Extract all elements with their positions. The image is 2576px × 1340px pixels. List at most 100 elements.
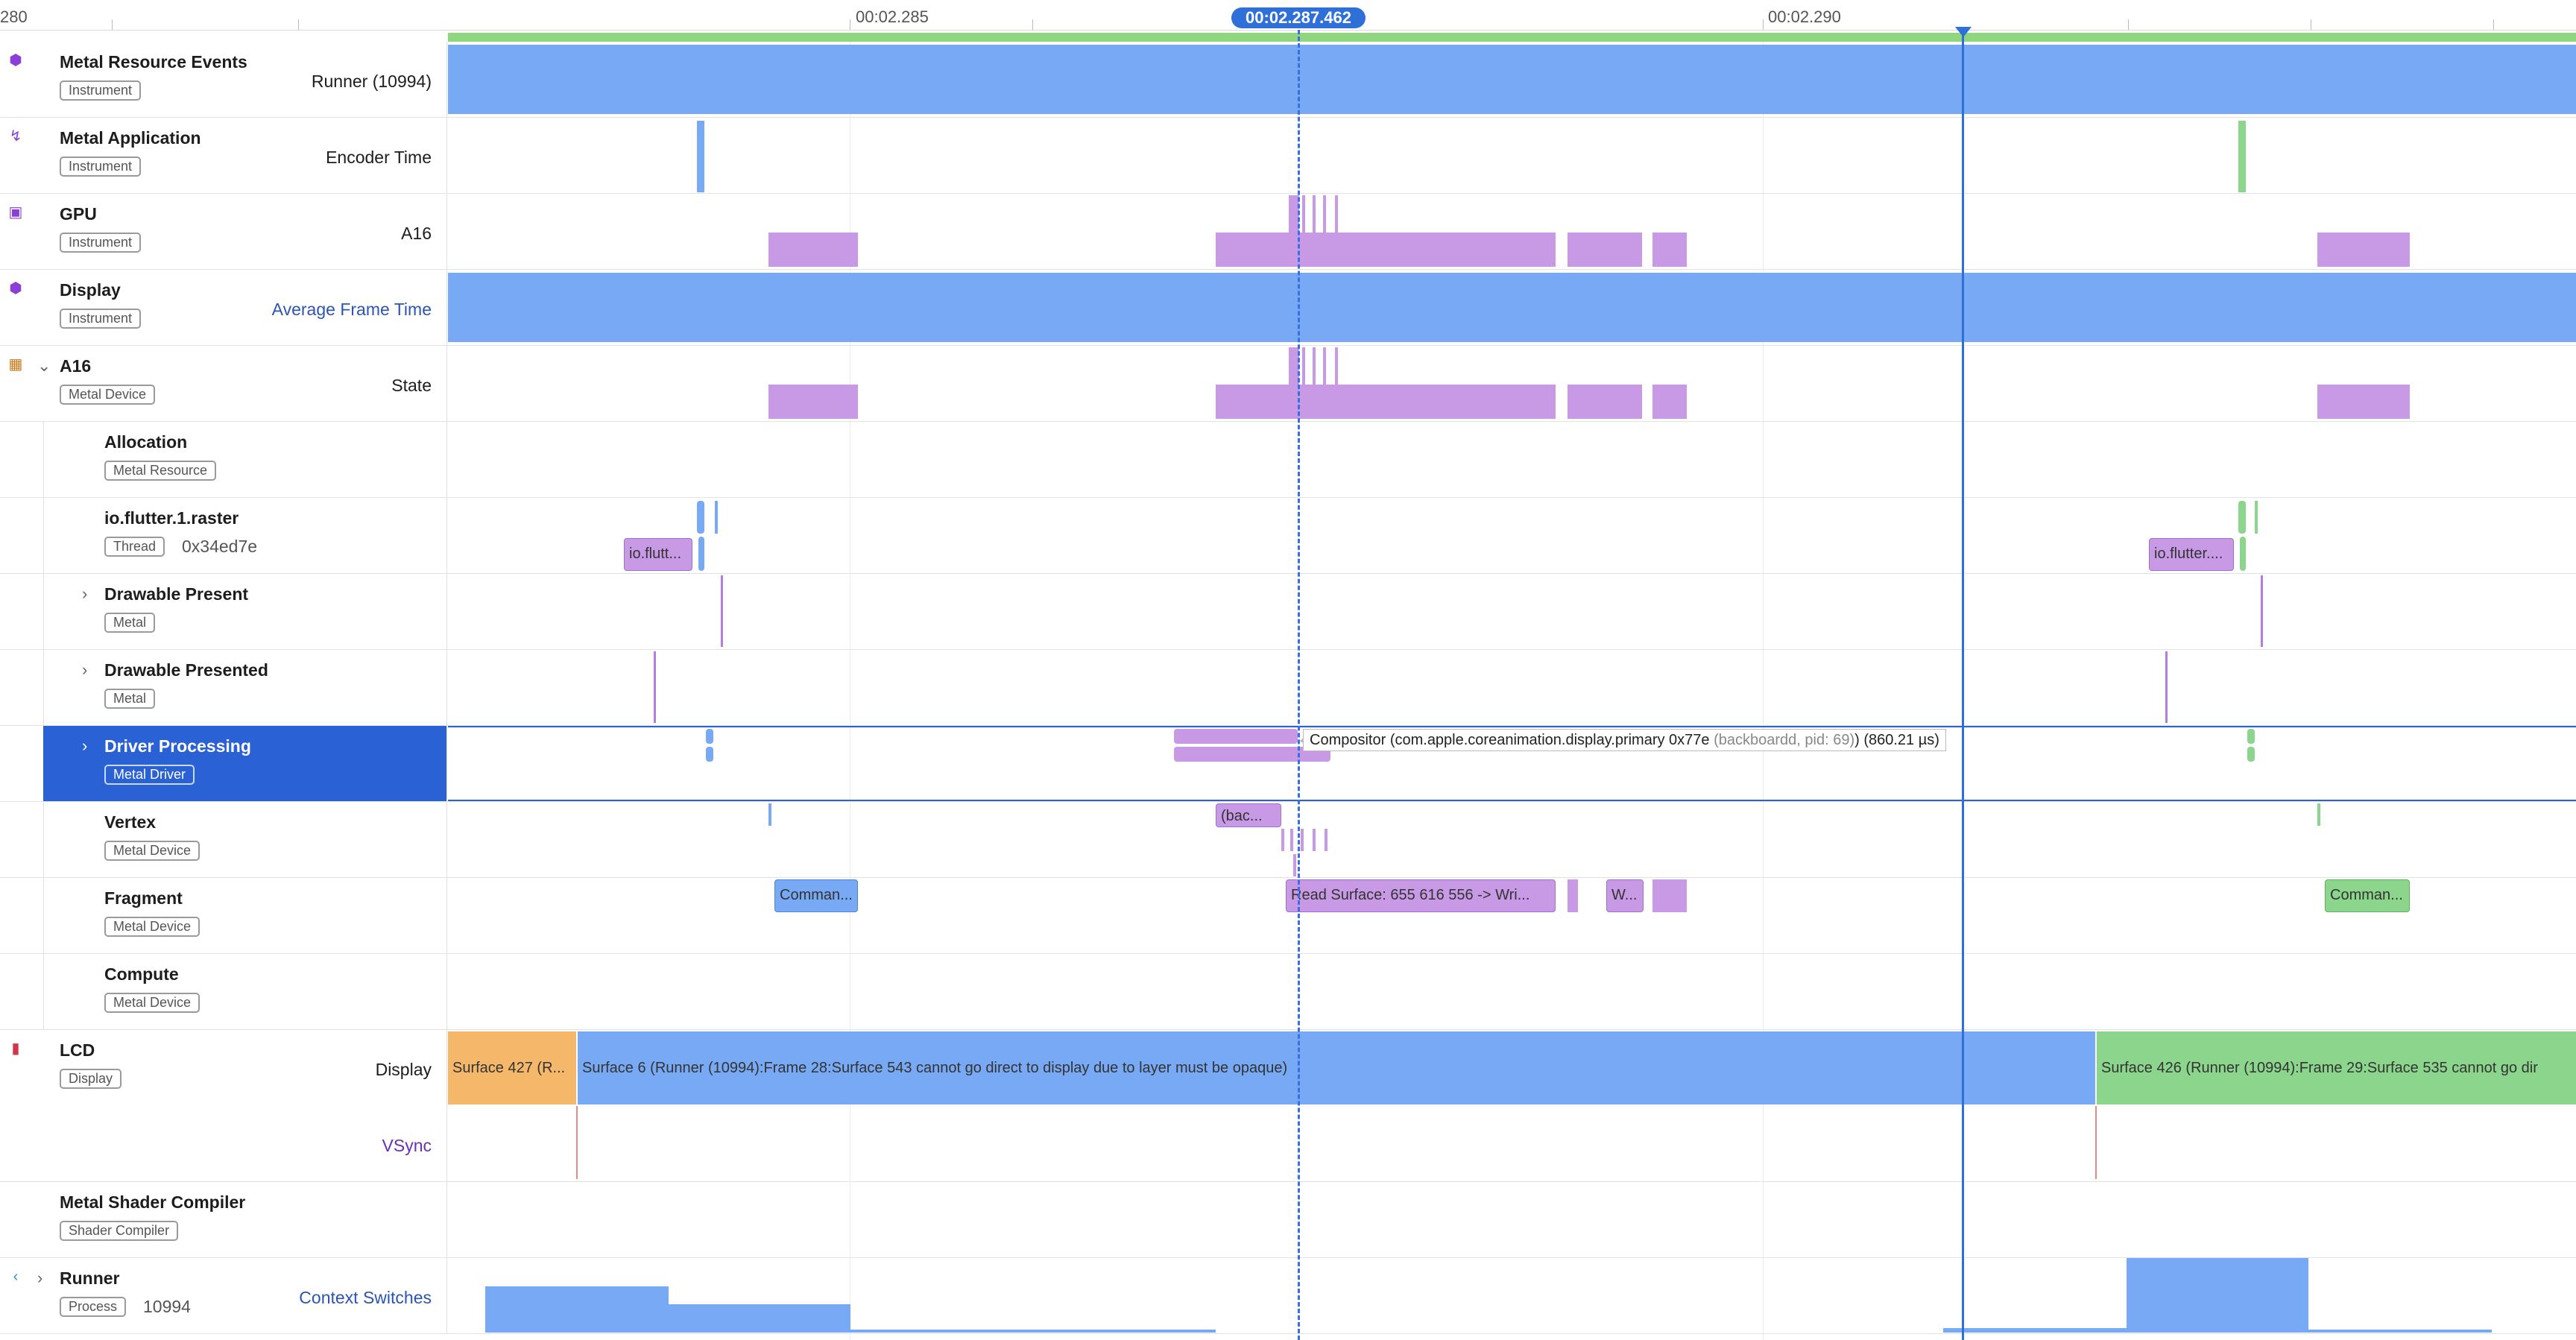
track-lane[interactable] bbox=[448, 954, 2576, 1029]
raster-bar[interactable] bbox=[698, 537, 704, 571]
chevron-right-icon[interactable]: › bbox=[82, 736, 87, 756]
track-lane[interactable]: io.flutt... io.flutter.... bbox=[448, 498, 2576, 573]
vertex-bar[interactable] bbox=[1290, 829, 1293, 851]
state-bar[interactable] bbox=[2317, 385, 2410, 419]
chevron-down-icon[interactable]: ⌄ bbox=[37, 356, 51, 376]
track-display[interactable]: ⬢ Display Instrument Average Frame Time bbox=[0, 270, 2576, 346]
vsync-marker[interactable] bbox=[576, 1106, 578, 1179]
state-bar[interactable] bbox=[1302, 347, 1305, 385]
state-bar[interactable] bbox=[768, 385, 858, 419]
fragment-slice[interactable]: W... bbox=[1606, 879, 1644, 912]
track-header[interactable]: ‹ › Runner Process 10994 Context Switche… bbox=[0, 1258, 447, 1333]
track-detail[interactable]: Average Frame Time bbox=[272, 300, 432, 320]
playhead-line[interactable] bbox=[1962, 30, 1964, 1340]
gpu-bar[interactable] bbox=[1568, 233, 1642, 267]
track-metal-resource-events[interactable]: ⬢ Metal Resource Events Instrument Runne… bbox=[0, 42, 2576, 118]
vsync-label[interactable]: VSync bbox=[382, 1136, 432, 1156]
track-metal-application[interactable]: ↯ Metal Application Instrument Encoder T… bbox=[0, 118, 2576, 194]
track-allocation[interactable]: Allocation Metal Resource bbox=[0, 422, 2576, 498]
vertex-bar[interactable] bbox=[2317, 803, 2320, 826]
gpu-bar[interactable] bbox=[1313, 195, 1316, 233]
gpu-bar[interactable] bbox=[2317, 233, 2410, 267]
track-fragment[interactable]: Fragment Metal Device Comman... Read Sur… bbox=[0, 878, 2576, 954]
track-badge[interactable]: Process bbox=[60, 1297, 127, 1317]
track-gpu[interactable]: ▣ GPU Instrument A16 bbox=[0, 194, 2576, 270]
track-raster-thread[interactable]: io.flutter.1.raster Thread 0x34ed7e io.f… bbox=[0, 498, 2576, 574]
track-lane[interactable] bbox=[448, 194, 2576, 269]
track-lane[interactable]: Comman... Read Surface: 655 616 556 -> W… bbox=[448, 878, 2576, 953]
track-header[interactable]: Compute Metal Device bbox=[0, 954, 447, 1029]
track-header[interactable]: ▦ ⌄ A16 Metal Device State bbox=[0, 346, 447, 421]
state-bar[interactable] bbox=[1568, 385, 1642, 419]
track-driver-processing[interactable]: › Driver Processing Metal Driver bbox=[0, 726, 2576, 802]
track-header[interactable]: Vertex Metal Device bbox=[0, 802, 447, 877]
vertex-bar[interactable] bbox=[1325, 829, 1328, 851]
inspection-cursor-line[interactable] bbox=[1298, 30, 1300, 1340]
track-lane[interactable]: Surface 427 (R... Surface 6 (Runner (109… bbox=[448, 1030, 2576, 1181]
raster-bar[interactable] bbox=[2238, 501, 2246, 534]
track-header[interactable]: Fragment Metal Device bbox=[0, 878, 447, 953]
gpu-bar[interactable] bbox=[768, 233, 858, 267]
driver-bar[interactable] bbox=[1174, 729, 1298, 744]
driver-bar[interactable] bbox=[706, 729, 713, 744]
vertex-bar[interactable] bbox=[768, 803, 771, 826]
context-switch-bar[interactable] bbox=[2308, 1330, 2492, 1333]
present-marker[interactable] bbox=[721, 575, 723, 647]
vertex-bar[interactable] bbox=[1281, 829, 1284, 851]
surface-slice[interactable]: Surface 427 (R... bbox=[448, 1031, 576, 1104]
vsync-marker[interactable] bbox=[2095, 1106, 2097, 1179]
state-bar[interactable] bbox=[1652, 385, 1687, 419]
track-header[interactable]: ↯ Metal Application Instrument Encoder T… bbox=[0, 118, 447, 193]
track-header[interactable]: ▮ LCD Display Display VSync bbox=[0, 1030, 447, 1181]
gpu-bar[interactable] bbox=[1302, 195, 1305, 233]
raster-bar[interactable] bbox=[715, 501, 718, 534]
track-header[interactable]: ⬢ Display Instrument Average Frame Time bbox=[0, 270, 447, 345]
fragment-bar[interactable] bbox=[1568, 879, 1578, 912]
track-header[interactable]: › Drawable Present Metal bbox=[0, 574, 447, 649]
track-drawable-presented[interactable]: › Drawable Presented Metal bbox=[0, 650, 2576, 726]
driver-bar[interactable] bbox=[2247, 729, 2255, 744]
chevron-right-icon[interactable]: › bbox=[82, 584, 87, 604]
encoder-bar[interactable] bbox=[2238, 121, 2246, 192]
track-lcd[interactable]: ▮ LCD Display Display VSync Surface 427 … bbox=[0, 1030, 2576, 1182]
raster-slice[interactable]: io.flutter.... bbox=[2149, 538, 2234, 571]
context-switch-bar[interactable] bbox=[485, 1286, 669, 1333]
track-a16[interactable]: ▦ ⌄ A16 Metal Device State bbox=[0, 346, 2576, 422]
chevron-right-icon[interactable]: › bbox=[37, 1268, 42, 1288]
vertex-bar[interactable] bbox=[1301, 829, 1304, 851]
driver-bar[interactable] bbox=[2247, 747, 2255, 762]
present-marker[interactable] bbox=[2261, 575, 2263, 647]
raster-bar[interactable] bbox=[2240, 537, 2246, 571]
context-switch-bar[interactable] bbox=[850, 1330, 1216, 1333]
track-lane[interactable] bbox=[448, 1258, 2576, 1333]
track-vertex[interactable]: Vertex Metal Device (bac... bbox=[0, 802, 2576, 878]
track-lane[interactable] bbox=[448, 422, 2576, 497]
surface-slice[interactable]: Surface 426 (Runner (10994):Frame 29:Sur… bbox=[2097, 1031, 2576, 1104]
track-runner[interactable]: ‹ › Runner Process 10994 Context Switche… bbox=[0, 1258, 2576, 1334]
gpu-bar[interactable] bbox=[1216, 233, 1556, 267]
track-lane[interactable] bbox=[448, 42, 2576, 117]
presented-marker[interactable] bbox=[2165, 651, 2168, 723]
context-switch-bar[interactable] bbox=[1943, 1328, 2127, 1333]
track-shader-compiler[interactable]: Metal Shader Compiler Shader Compiler bbox=[0, 1182, 2576, 1258]
vertex-slice[interactable]: (bac... bbox=[1216, 803, 1281, 827]
fragment-slice[interactable]: Read Surface: 655 616 556 -> Wri... bbox=[1286, 879, 1556, 912]
track-header[interactable]: › Drawable Presented Metal bbox=[0, 650, 447, 725]
track-lane[interactable] bbox=[448, 574, 2576, 649]
track-header[interactable]: ⬢ Metal Resource Events Instrument Runne… bbox=[0, 42, 447, 117]
state-bar[interactable] bbox=[1323, 347, 1326, 385]
track-header[interactable]: Metal Shader Compiler Shader Compiler bbox=[0, 1182, 447, 1257]
track-detail[interactable]: Context Switches bbox=[299, 1288, 432, 1308]
state-bar[interactable] bbox=[1313, 347, 1316, 385]
gpu-bar[interactable] bbox=[1335, 195, 1338, 233]
track-lane[interactable] bbox=[448, 270, 2576, 345]
context-switch-bar[interactable] bbox=[2127, 1258, 2308, 1333]
surface-slice[interactable]: Surface 6 (Runner (10994):Frame 28:Surfa… bbox=[578, 1031, 2095, 1104]
raster-slice[interactable]: io.flutt... bbox=[624, 538, 692, 571]
event-bar[interactable] bbox=[448, 45, 2576, 114]
track-compute[interactable]: Compute Metal Device bbox=[0, 954, 2576, 1030]
raster-bar[interactable] bbox=[697, 501, 704, 534]
track-header[interactable]: io.flutter.1.raster Thread 0x34ed7e bbox=[0, 498, 447, 573]
gpu-bar[interactable] bbox=[1323, 195, 1326, 233]
vertex-bar[interactable] bbox=[1313, 829, 1316, 851]
